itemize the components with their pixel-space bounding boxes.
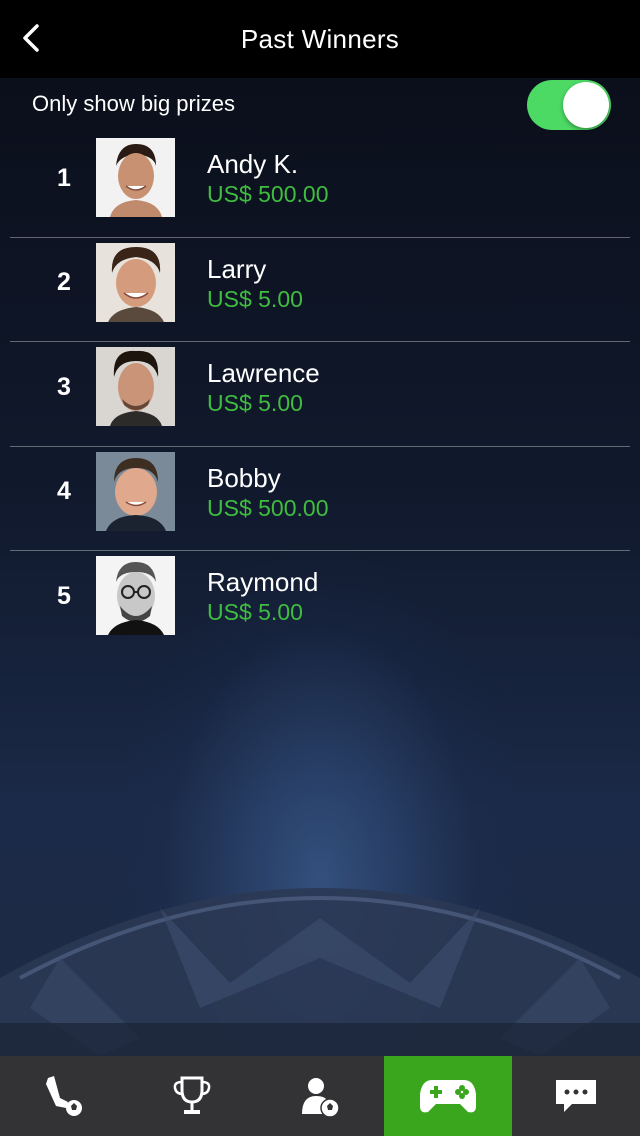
winner-prize: US$ 500.00 [207, 181, 329, 207]
player-icon [302, 1078, 340, 1118]
tab-trophy[interactable] [128, 1056, 256, 1136]
avatar [96, 347, 175, 426]
winner-name: Lawrence [207, 358, 320, 388]
winner-row[interactable]: 2 Larry US$ 5.00 [10, 238, 630, 342]
tab-player[interactable] [256, 1056, 384, 1136]
trophy-icon [173, 1076, 211, 1114]
winner-row[interactable]: 3 Lawrence US$ 5.00 [10, 342, 630, 447]
winner-name: Raymond [207, 567, 319, 597]
avatar [96, 556, 175, 635]
filter-label: Only show big prizes [32, 91, 235, 116]
winner-name: Larry [207, 253, 267, 284]
avatar [96, 138, 175, 217]
tab-kick[interactable] [0, 1056, 128, 1136]
winner-rank: 1 [57, 163, 71, 192]
winner-prize: US$ 5.00 [207, 599, 303, 625]
winner-row[interactable]: 1 Andy K. US$ 500.00 [10, 133, 630, 238]
winner-rank: 3 [57, 372, 71, 401]
chat-icon [556, 1080, 596, 1112]
winner-rank: 4 [57, 477, 71, 505]
winner-rank: 5 [57, 581, 71, 610]
nav-bar: Past Winners [0, 0, 640, 78]
winners-list: 1 Andy K. US$ 500.00 2 Larry US$ 5.00 3 … [0, 133, 640, 656]
kick-icon [46, 1076, 82, 1116]
chevron-left-icon [23, 24, 39, 52]
big-prizes-toggle[interactable] [527, 80, 611, 130]
tab-bar [0, 1056, 640, 1136]
winner-prize: US$ 5.00 [207, 390, 303, 416]
winner-prize: US$ 5.00 [207, 285, 303, 312]
winner-prize: US$ 500.00 [207, 494, 329, 521]
back-button[interactable] [14, 18, 48, 58]
toggle-knob [563, 82, 609, 128]
gamepad-icon [420, 1080, 476, 1113]
winner-name: Bobby [207, 462, 281, 493]
winner-row[interactable]: 5 Raymond US$ 5.00 [10, 551, 630, 656]
winner-row[interactable]: 4 Bobby US$ 500.00 [10, 447, 630, 551]
tab-games[interactable] [384, 1056, 512, 1136]
big-prizes-filter: Only show big prizes [0, 78, 640, 130]
avatar [96, 451, 175, 531]
page-title: Past Winners [240, 23, 400, 54]
avatar [96, 242, 175, 322]
winner-name: Andy K. [207, 149, 299, 179]
tab-chat[interactable] [512, 1056, 640, 1136]
winner-rank: 2 [57, 268, 71, 296]
